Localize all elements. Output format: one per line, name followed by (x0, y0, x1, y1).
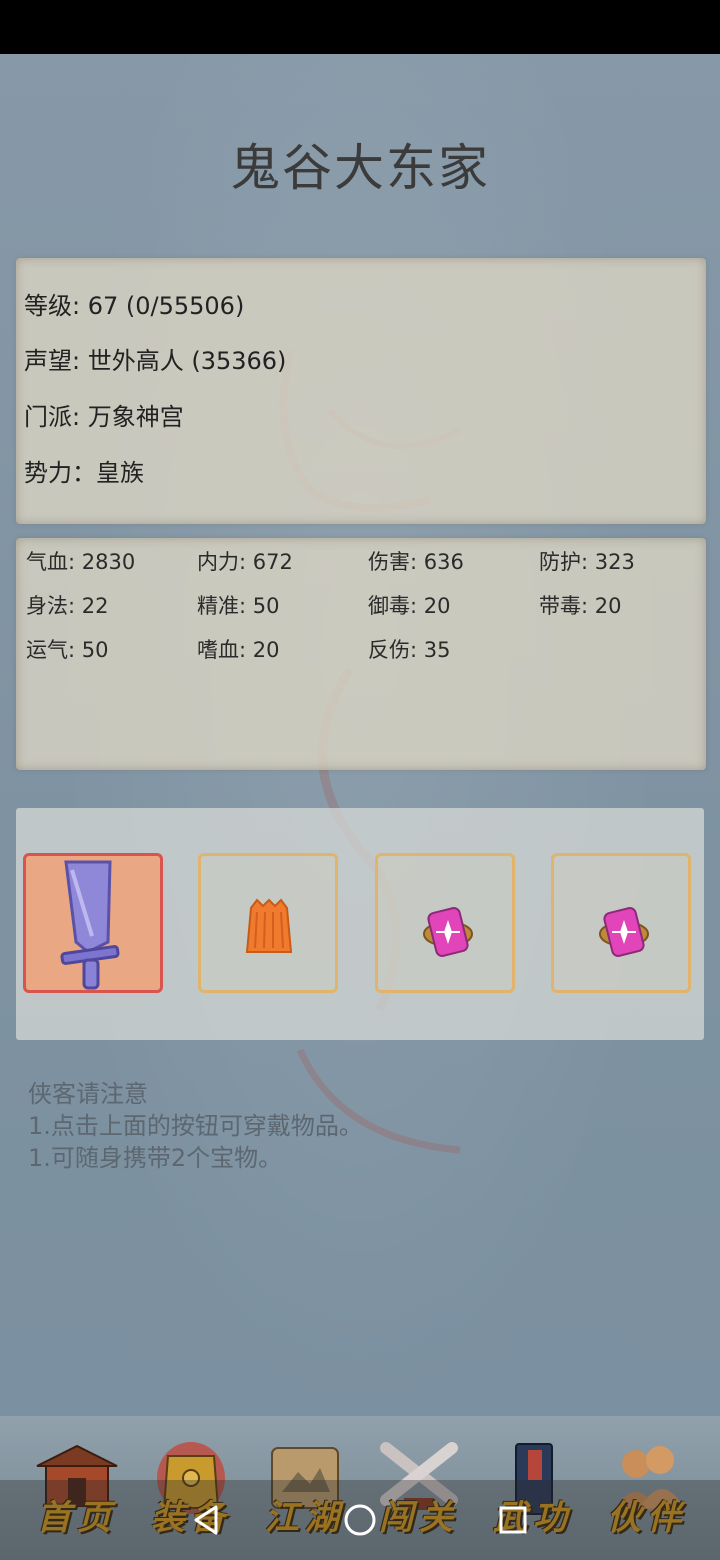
armor-icon (245, 898, 293, 953)
stat-accuracy: 精准: 50 (197, 594, 280, 618)
stat-agility: 身法: 22 (26, 594, 109, 618)
sect-text: 门派: 万象神宫 (24, 403, 184, 431)
stat-reflect: 反伤: 35 (368, 638, 451, 662)
equipment-slot-treasure-2[interactable] (551, 853, 691, 993)
stat-inner-power: 内力: 672 (197, 550, 293, 574)
attributes-panel: 气血: 2830 内力: 672 伤害: 636 防护: 323 身法: 22 … (16, 538, 706, 770)
stat-hp: 气血: 2830 (26, 550, 136, 574)
equipment-slot-weapon[interactable] (23, 853, 163, 993)
back-icon[interactable] (190, 1503, 224, 1537)
equipment-slot-armor[interactable] (198, 853, 338, 993)
stat-damage: 伤害: 636 (368, 550, 464, 574)
sword-icon (60, 860, 120, 990)
status-bar (0, 0, 720, 54)
reputation-text: 声望: 世外高人 (35366) (24, 347, 287, 375)
notice-heading: 侠客请注意 (28, 1080, 148, 1108)
stat-poison-resist: 御毒: 20 (368, 594, 451, 618)
equipment-slot-treasure-1[interactable] (375, 853, 515, 993)
notice-line-1: 1.点击上面的按钮可穿戴物品。 (28, 1112, 363, 1140)
stat-lifesteal: 嗜血: 20 (197, 638, 280, 662)
stat-defense: 防护: 323 (539, 550, 635, 574)
home-circle-icon[interactable] (343, 1503, 377, 1537)
faction-text: 势力：皇族 (24, 459, 144, 487)
page-title: 鬼谷大东家 (230, 139, 490, 197)
level-text: 等级: 67 (0/55506) (24, 292, 245, 320)
gem-token-icon (599, 907, 649, 957)
stat-luck: 运气: 50 (26, 638, 109, 662)
recent-apps-icon[interactable] (496, 1503, 530, 1537)
character-info-panel: 等级: 67 (0/55506) 声望: 世外高人 (35366) 门派: 万象… (16, 258, 706, 524)
gem-token-icon (423, 907, 473, 957)
notice-line-2: 1.可随身携带2个宝物。 (28, 1144, 283, 1172)
stat-poison: 带毒: 20 (539, 594, 622, 618)
